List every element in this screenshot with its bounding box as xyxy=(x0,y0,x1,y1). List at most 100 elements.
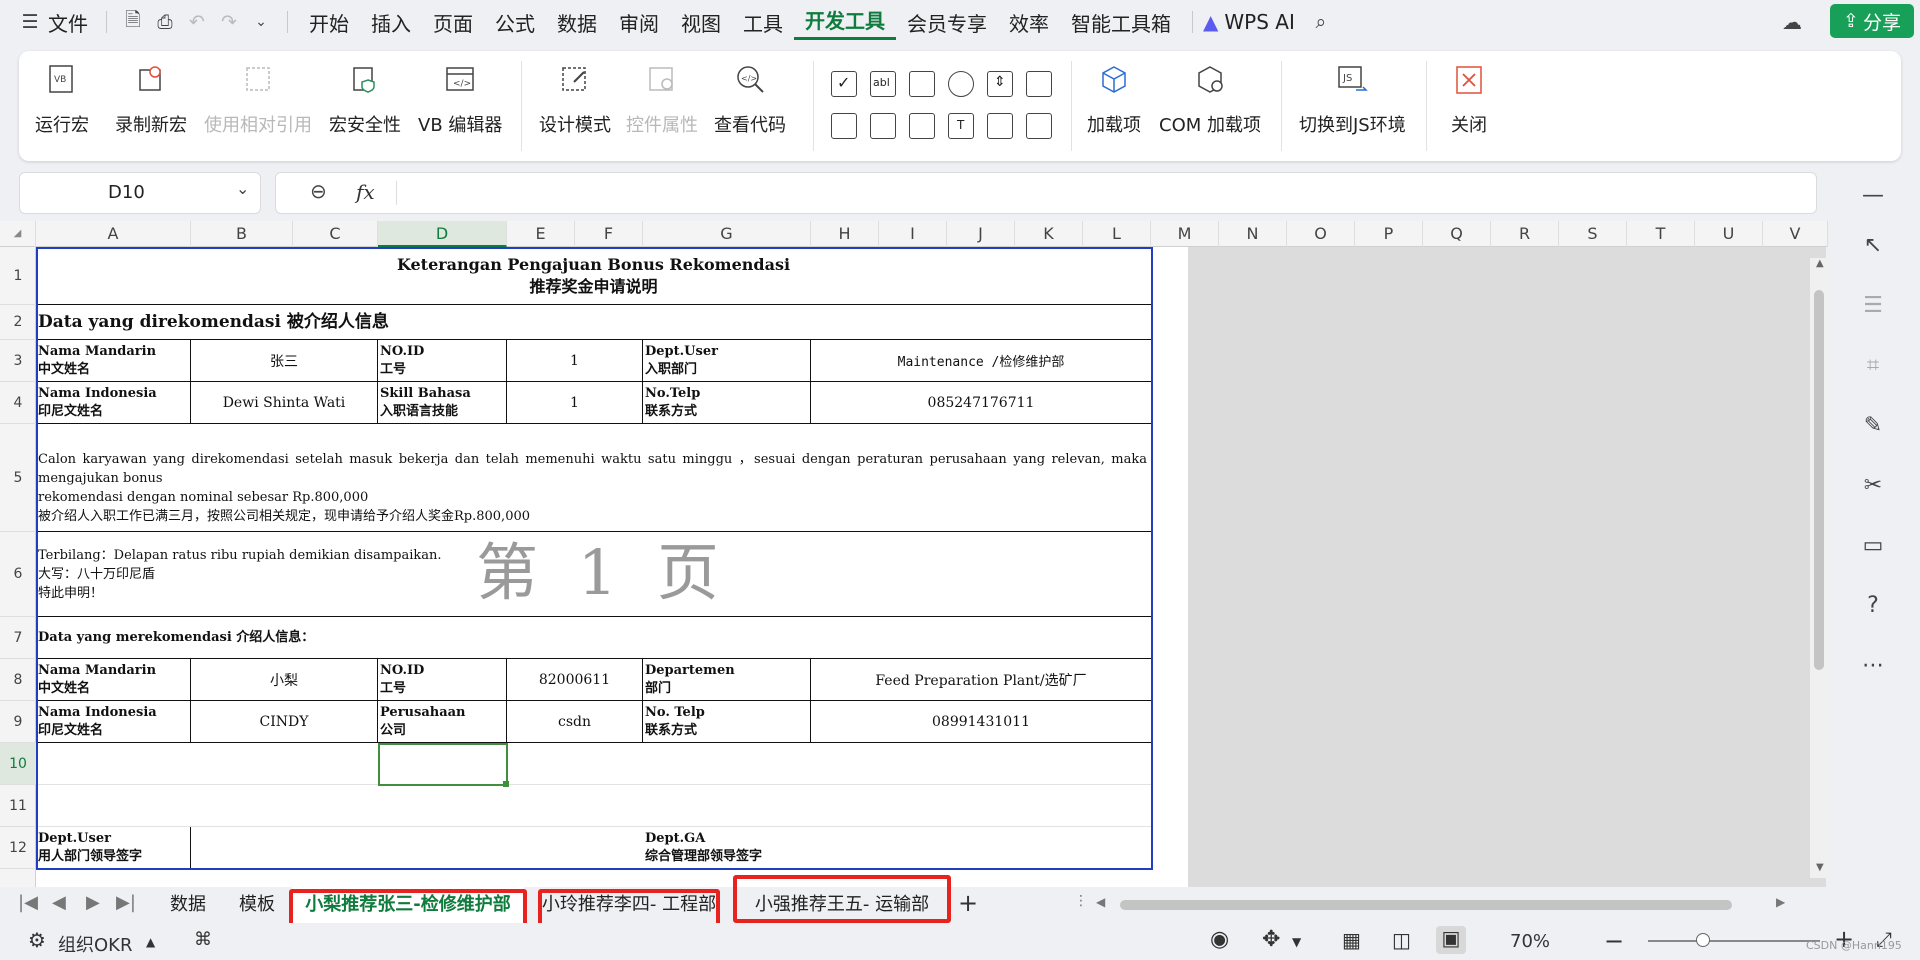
more-icon[interactable]: ⋯ xyxy=(1858,650,1888,680)
col-header-o[interactable]: O xyxy=(1287,221,1355,247)
value-no-telp[interactable]: 085247176711 xyxy=(811,382,1152,424)
print-preview-icon[interactable]: ⎙ xyxy=(149,6,181,38)
zoom-slider[interactable] xyxy=(1648,940,1820,942)
next-sheet-icon[interactable]: ▶ xyxy=(86,892,100,913)
row-header-2[interactable]: 2 xyxy=(0,305,36,340)
list-control-icon[interactable] xyxy=(1026,71,1052,97)
col-header-l[interactable]: L xyxy=(1083,221,1151,247)
col-header-r[interactable]: R xyxy=(1491,221,1559,247)
col-header-g[interactable]: G xyxy=(643,221,811,247)
label-name-indonesia-2[interactable]: Nama Indonesia 印尼文姓名 xyxy=(36,701,191,743)
label-perusahaan[interactable]: Perusahaan 公司 xyxy=(378,701,507,743)
spin-control-icon[interactable]: ⇕ xyxy=(987,71,1013,97)
fill-handle[interactable] xyxy=(503,781,509,787)
menu-efficiency[interactable]: 效率 xyxy=(998,8,1060,37)
button-control-icon[interactable] xyxy=(909,71,935,97)
name-box[interactable]: D10 ⌄ xyxy=(19,172,261,214)
menu-insert[interactable]: 插入 xyxy=(360,8,422,37)
col-header-b[interactable]: B xyxy=(191,221,293,247)
column-control-icon[interactable] xyxy=(870,113,896,139)
menu-page[interactable]: 页面 xyxy=(422,8,484,37)
hscroll-right-icon[interactable]: ▶ xyxy=(1776,895,1785,909)
text-control-icon[interactable]: T xyxy=(948,113,974,139)
value-perusahaan[interactable]: csdn xyxy=(507,701,643,743)
label-name-mandarin-2[interactable]: Nama Mandarin 中文姓名 xyxy=(36,659,191,701)
col-header-q[interactable]: Q xyxy=(1423,221,1491,247)
row-header-4[interactable]: 4 xyxy=(0,382,36,424)
chevron-down-icon[interactable]: ▼ xyxy=(1292,935,1301,949)
label-departemen[interactable]: Departemen 部门 xyxy=(643,659,811,701)
menu-smart-toolbox[interactable]: 智能工具箱 xyxy=(1060,8,1182,37)
description-cell[interactable]: Calon karyawan yang direkomendasi setela… xyxy=(36,424,1152,532)
checkbox-control-icon[interactable]: ✓ xyxy=(831,71,857,97)
search-icon[interactable]: ⌕ xyxy=(1305,6,1337,38)
menu-start[interactable]: 开始 xyxy=(298,8,360,37)
menu-formula[interactable]: 公式 xyxy=(484,8,546,37)
value-name-indonesia[interactable]: Dewi Shinta Wati xyxy=(191,382,378,424)
run-macro-button[interactable]: VB 运行宏 xyxy=(35,63,89,137)
zoom-formula-icon[interactable]: ⊖ xyxy=(310,179,327,203)
row-header-3[interactable]: 3 xyxy=(0,340,36,382)
redo-icon[interactable]: ↷ xyxy=(213,6,245,38)
col-header-h[interactable]: H xyxy=(811,221,879,247)
section-recommended[interactable]: Data yang direkomendasi 被介绍人信息 xyxy=(36,305,1152,340)
org-okr-label[interactable]: 组织OKR xyxy=(58,931,132,957)
label-no-id-2[interactable]: NO.ID 工号 xyxy=(378,659,507,701)
fx-icon[interactable]: fx xyxy=(356,180,375,204)
label-no-telp[interactable]: No.Telp 联系方式 xyxy=(643,382,811,424)
label-dept-user-sign[interactable]: Dept.User 用人部门领导签字 xyxy=(36,827,191,869)
label-name-indonesia[interactable]: Nama Indonesia 印尼文姓名 xyxy=(36,382,191,424)
label-no-id[interactable]: NO.ID 工号 xyxy=(378,340,507,382)
selected-cell-d10[interactable] xyxy=(378,743,508,786)
menu-tools[interactable]: 工具 xyxy=(732,8,794,37)
select-all-corner[interactable]: ◢ xyxy=(0,221,36,247)
design-mode-button[interactable]: 设计模式 xyxy=(539,63,611,137)
menu-hamburger-icon[interactable]: ☰ xyxy=(14,6,46,38)
label-control-icon[interactable]: abl xyxy=(870,71,896,97)
zoom-out-icon[interactable]: − xyxy=(1604,927,1624,955)
col-header-a[interactable]: A xyxy=(36,221,191,247)
zoom-level[interactable]: 70% xyxy=(1510,931,1550,952)
focus-icon[interactable]: ✥ xyxy=(1262,927,1280,952)
settings-icon[interactable]: ⚙ xyxy=(28,928,46,952)
last-sheet-icon[interactable]: ▶| xyxy=(116,892,136,913)
formula-input[interactable]: ⊖ fx xyxy=(275,172,1817,214)
cloud-icon[interactable]: ☁ xyxy=(1776,6,1808,38)
col-header-n[interactable]: N xyxy=(1219,221,1287,247)
chevron-down-icon[interactable]: ⌄ xyxy=(236,179,249,198)
menu-member[interactable]: 会员专享 xyxy=(896,8,998,37)
tab-template[interactable]: 模板 xyxy=(226,887,288,923)
value-departemen[interactable]: Feed Preparation Plant/选矿厂 xyxy=(811,659,1152,701)
vb-editor-button[interactable]: </> VB 编辑器 xyxy=(418,63,502,137)
switch-js-button[interactable]: JS 切换到JS环境 xyxy=(1299,63,1406,137)
label-no-telp-2[interactable]: No. Telp 联系方式 xyxy=(643,701,811,743)
horizontal-scrollbar[interactable] xyxy=(1120,900,1732,910)
section-recommender[interactable]: Data yang merekomendasi 介绍人信息： xyxy=(36,617,1152,659)
col-header-i[interactable]: I xyxy=(879,221,947,247)
col-header-v[interactable]: V xyxy=(1763,221,1828,247)
save-icon[interactable]: 🗎 xyxy=(117,6,149,38)
scroll-control-icon[interactable] xyxy=(909,113,935,139)
col-header-k[interactable]: K xyxy=(1015,221,1083,247)
row-header-5[interactable]: 5 xyxy=(0,424,36,532)
share-button[interactable]: ⇪ 分享 xyxy=(1830,4,1914,38)
menu-review[interactable]: 审阅 xyxy=(608,8,670,37)
col-header-d[interactable]: D xyxy=(378,221,507,247)
col-header-p[interactable]: P xyxy=(1355,221,1423,247)
macro-status-icon[interactable]: ⌘ xyxy=(194,929,212,950)
undo-icon[interactable]: ↶ xyxy=(181,6,213,38)
com-add-ins-button[interactable]: COM 加载项 xyxy=(1159,63,1261,137)
add-sheet-icon[interactable]: + xyxy=(958,889,978,917)
splitter-icon[interactable]: ⋮ xyxy=(1074,893,1088,909)
col-header-t[interactable]: T xyxy=(1627,221,1695,247)
col-header-c[interactable]: C xyxy=(293,221,378,247)
adjust-sliders-icon[interactable]: ☰ xyxy=(1858,290,1888,320)
value-name-mandarin[interactable]: 张三 xyxy=(191,340,378,382)
col-header-m[interactable]: M xyxy=(1151,221,1219,247)
row-header-7[interactable]: 7 xyxy=(0,617,36,659)
relative-reference-button[interactable]: 使用相对引用 xyxy=(204,63,312,137)
book-icon[interactable]: ▭ xyxy=(1858,530,1888,560)
row-header-10[interactable]: 10 xyxy=(0,743,36,785)
eye-protection-icon[interactable]: ◉ xyxy=(1210,927,1229,952)
menu-developer[interactable]: 开发工具 xyxy=(794,5,896,40)
